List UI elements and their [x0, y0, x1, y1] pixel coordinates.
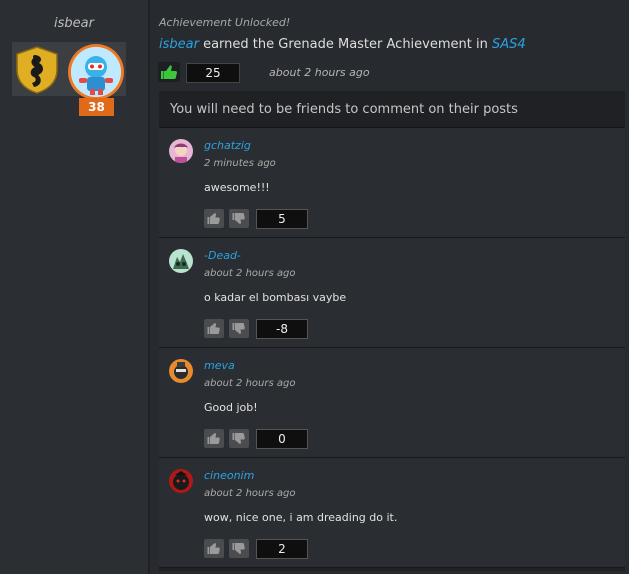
faction-shield-icon: [16, 46, 58, 94]
comment-timestamp: about 2 hours ago: [204, 488, 296, 499]
user-avatar-icon: [169, 139, 193, 163]
user-avatar-icon: [169, 249, 193, 273]
comment-downvote-button[interactable]: [229, 319, 249, 338]
post-text: earned the Grenade Master Achievement in: [198, 37, 492, 52]
thumbs-down-icon: [232, 323, 245, 334]
thumbs-up-icon: [161, 65, 177, 79]
comment-upvote-button[interactable]: [204, 539, 224, 558]
profile-badges: [12, 42, 126, 100]
comment-text: Good job!: [204, 401, 258, 414]
comment-text: awesome!!!: [204, 181, 270, 194]
profile-username[interactable]: isbear: [0, 16, 148, 31]
comment-score: 5: [256, 209, 308, 229]
thumbs-up-icon: [207, 433, 220, 444]
thumbs-up-icon: [207, 323, 220, 334]
comment-avatar[interactable]: [169, 359, 193, 383]
thumbs-down-icon: [232, 433, 245, 444]
comment-item: meva about 2 hours ago Good job! 0: [159, 348, 625, 458]
post-user-link[interactable]: isbear: [159, 37, 199, 52]
comment-text: wow, nice one, i am dreading do it.: [204, 511, 398, 524]
comment-score: 0: [256, 429, 308, 449]
comment-item: gchatzig 2 minutes ago awesome!!! 5: [159, 128, 625, 238]
comment-timestamp: about 2 hours ago: [204, 378, 296, 389]
thumbs-down-icon: [232, 213, 245, 224]
avatar[interactable]: [71, 47, 121, 97]
comment-item: -Dead- about 2 hours ago o kadar el bomb…: [159, 238, 625, 348]
comment-text: o kadar el bombası vaybe: [204, 291, 347, 304]
comment-username[interactable]: cineonim: [204, 469, 254, 482]
comment-avatar[interactable]: [169, 249, 193, 273]
panel-divider: [148, 0, 150, 574]
post-type-label: Achievement Unlocked!: [159, 16, 291, 29]
comment-downvote-button[interactable]: [229, 539, 249, 558]
game-link[interactable]: SAS4: [492, 37, 526, 52]
comment-username[interactable]: gchatzig: [204, 139, 251, 152]
comment-upvote-button[interactable]: [204, 429, 224, 448]
friends-notice: You will need to be friends to comment o…: [159, 91, 625, 128]
profile-panel: isbear 38: [0, 0, 148, 574]
user-avatar-icon: [169, 359, 193, 383]
comment-upvote-button[interactable]: [204, 209, 224, 228]
like-count: 25: [186, 63, 240, 83]
comment-username[interactable]: -Dead-: [204, 249, 241, 262]
user-avatar-icon: [169, 469, 193, 493]
comment-timestamp: 2 minutes ago: [204, 158, 276, 169]
comment-downvote-button[interactable]: [229, 209, 249, 228]
comment-username[interactable]: meva: [204, 359, 235, 372]
comment-upvote-button[interactable]: [204, 319, 224, 338]
like-button[interactable]: [158, 62, 180, 82]
thumbs-up-icon: [207, 543, 220, 554]
comment-item: cineonim about 2 hours ago wow, nice one…: [159, 458, 625, 568]
thumbs-up-icon: [207, 213, 220, 224]
thumbs-down-icon: [232, 543, 245, 554]
post-headline: isbear earned the Grenade Master Achieve…: [159, 37, 526, 52]
comment-score: 2: [256, 539, 308, 559]
comment-avatar[interactable]: [169, 469, 193, 493]
comments-panel: You will need to be friends to comment o…: [159, 91, 625, 571]
robot-avatar-icon: [71, 47, 121, 97]
comment-timestamp: about 2 hours ago: [204, 268, 296, 279]
comment-downvote-button[interactable]: [229, 429, 249, 448]
comment-score: -8: [256, 319, 308, 339]
comment-avatar[interactable]: [169, 139, 193, 163]
level-badge: 38: [79, 98, 114, 116]
post-timestamp: about 2 hours ago: [269, 66, 370, 79]
